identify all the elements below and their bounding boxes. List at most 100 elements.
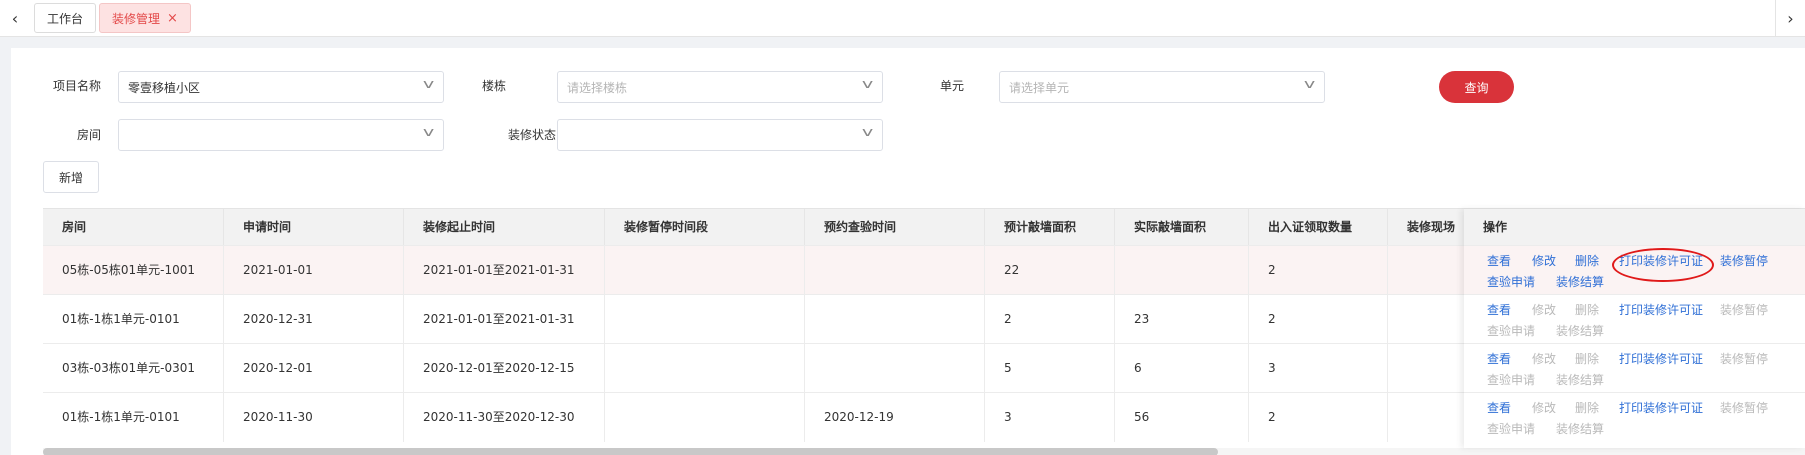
actions-row: 查看 修改 删除 打印装修许可证 装修暂停 查验申请 装修结算 (1464, 245, 1805, 294)
inspection-request-link: 查验申请 (1487, 324, 1536, 338)
status-label: 装修状态 (507, 128, 556, 142)
delete-link: 删除 (1575, 303, 1600, 317)
cell-pass-count: 2 (1249, 246, 1388, 295)
cell-room: 05栋-05栋01单元-1001 (43, 246, 224, 295)
settlement-link: 装修结算 (1556, 373, 1605, 387)
print-permit-link[interactable]: 打印装修许可证 (1619, 401, 1703, 415)
scrollbar-thumb[interactable] (43, 448, 1218, 455)
column-header: 预计敲墙面积 (985, 209, 1115, 245)
column-header: 出入证领取数量 (1249, 209, 1388, 245)
actions-row: 查看 修改 删除 打印装修许可证 装修暂停 查验申请 装修结算 (1464, 392, 1805, 441)
inspection-request-link: 查验申请 (1487, 422, 1536, 436)
cell-apply-time: 2020-11-30 (224, 393, 404, 442)
chevron-down-icon: v (1303, 77, 1316, 91)
tab-label: 装修管理 (112, 11, 161, 26)
cell-inspection (805, 295, 985, 344)
actions-row: 查看 修改 删除 打印装修许可证 装修暂停 查验申请 装修结算 (1464, 343, 1805, 392)
settlement-link[interactable]: 装修结算 (1556, 275, 1604, 289)
unit-select[interactable]: 请选择单元 v (999, 71, 1325, 103)
cell-period: 2020-12-01至2020-12-15 (404, 344, 605, 393)
cell-apply-time: 2021-01-01 (224, 246, 404, 295)
view-link[interactable]: 查看 (1487, 401, 1511, 415)
actions-row: 查看 修改 删除 打印装修许可证 装修暂停 查验申请 装修结算 (1464, 294, 1805, 343)
tab-bar: ‹ 工作台 装修管理 × › (0, 0, 1805, 37)
cell-apply-time: 2020-12-31 (224, 295, 404, 344)
chevron-right-icon[interactable]: › (1775, 0, 1805, 37)
cell-inspection (805, 344, 985, 393)
cell-room: 03栋-03栋01单元-0301 (43, 344, 224, 393)
print-permit-link[interactable]: 打印装修许可证 (1619, 352, 1703, 366)
inspection-request-link[interactable]: 查验申请 (1487, 275, 1535, 289)
chevron-down-icon: v (861, 125, 874, 139)
close-icon[interactable]: × (167, 11, 178, 26)
edit-link: 修改 (1532, 303, 1557, 317)
cell-est-area: 22 (985, 246, 1115, 295)
column-header: 实际敲墙面积 (1115, 209, 1249, 245)
main-panel: 项目名称 零壹移植小区 v 楼栋 请选择楼栋 v 单元 请选择单元 v 查询 房… (11, 48, 1805, 455)
add-button[interactable]: 新增 (43, 161, 99, 193)
cell-pass-count: 2 (1249, 295, 1388, 344)
cell-est-area: 5 (985, 344, 1115, 393)
view-link[interactable]: 查看 (1487, 254, 1511, 268)
settlement-link: 装修结算 (1556, 324, 1605, 338)
unit-label: 单元 (939, 79, 964, 93)
building-placeholder: 请选择楼栋 (567, 80, 628, 95)
column-header: 装修起止时间 (404, 209, 605, 245)
cell-room: 01栋-1栋1单元-0101 (43, 295, 224, 344)
column-header: 房间 (43, 209, 224, 245)
project-label: 项目名称 (52, 79, 101, 93)
chevron-down-icon: v (422, 125, 435, 139)
pause-link: 装修暂停 (1720, 401, 1769, 415)
actions-header: 操作 (1464, 209, 1805, 245)
column-header: 装修暂停时间段 (605, 209, 805, 245)
cell-est-area: 3 (985, 393, 1115, 442)
horizontal-scrollbar[interactable] (43, 448, 1805, 455)
actions-column: 操作 查看 修改 删除 打印装修许可证 装修暂停 查验申请 装修结算 查看 修改… (1464, 209, 1805, 448)
cell-actual-area (1115, 246, 1249, 295)
building-label: 楼栋 (481, 79, 506, 93)
delete-link: 删除 (1575, 352, 1600, 366)
column-header: 预约查验时间 (805, 209, 985, 245)
cell-inspection: 2020-12-19 (805, 393, 985, 442)
view-link[interactable]: 查看 (1487, 303, 1511, 317)
cell-period: 2020-11-30至2020-12-30 (404, 393, 605, 442)
tab-workbench[interactable]: 工作台 (34, 3, 97, 33)
view-link[interactable]: 查看 (1487, 352, 1511, 366)
cell-period: 2021-01-01至2021-01-31 (404, 295, 605, 344)
edit-link: 修改 (1532, 401, 1557, 415)
query-button[interactable]: 查询 (1439, 71, 1514, 103)
cell-pause (605, 344, 805, 393)
cell-pause (605, 393, 805, 442)
room-select[interactable]: v (118, 119, 444, 151)
cell-inspection (805, 246, 985, 295)
cell-period: 2021-01-01至2021-01-31 (404, 246, 605, 295)
room-label: 房间 (76, 128, 101, 142)
delete-link: 删除 (1575, 401, 1600, 415)
cell-actual-area: 56 (1115, 393, 1249, 442)
cell-pause (605, 246, 805, 295)
tab-decoration-management[interactable]: 装修管理 × (99, 3, 191, 33)
building-select[interactable]: 请选择楼栋 v (557, 71, 883, 103)
cell-pass-count: 2 (1249, 393, 1388, 442)
pause-link: 装修暂停 (1720, 303, 1769, 317)
print-permit-link[interactable]: 打印装修许可证 (1619, 254, 1703, 268)
inspection-request-link: 查验申请 (1487, 373, 1536, 387)
cell-room: 01栋-1栋1单元-0101 (43, 393, 224, 442)
chevron-left-icon[interactable]: ‹ (0, 0, 30, 37)
status-select[interactable]: v (557, 119, 883, 151)
pause-link: 装修暂停 (1720, 352, 1769, 366)
cell-pass-count: 3 (1249, 344, 1388, 393)
column-header: 申请时间 (224, 209, 404, 245)
cell-apply-time: 2020-12-01 (224, 344, 404, 393)
edit-link: 修改 (1532, 352, 1557, 366)
delete-link[interactable]: 删除 (1575, 254, 1599, 268)
pause-link[interactable]: 装修暂停 (1720, 254, 1768, 268)
tab-label: 工作台 (47, 11, 84, 26)
chevron-down-icon: v (861, 77, 874, 91)
edit-link[interactable]: 修改 (1532, 254, 1556, 268)
cell-actual-area: 23 (1115, 295, 1249, 344)
cell-pause (605, 295, 805, 344)
print-permit-link[interactable]: 打印装修许可证 (1619, 303, 1703, 317)
project-select[interactable]: 零壹移植小区 v (118, 71, 444, 103)
cell-actual-area: 6 (1115, 344, 1249, 393)
